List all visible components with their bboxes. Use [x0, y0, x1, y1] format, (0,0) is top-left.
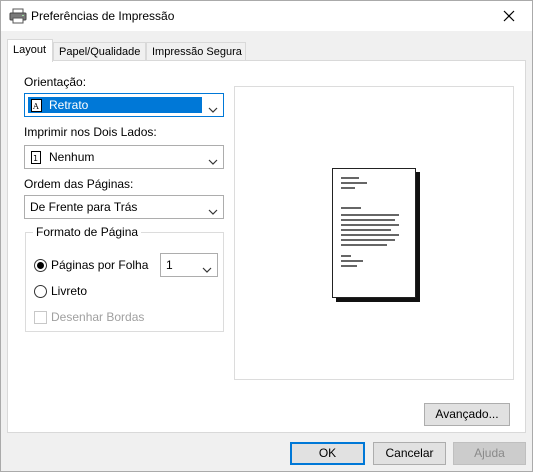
- chevron-down-icon: [208, 102, 218, 116]
- pages-per-sheet-select[interactable]: 1: [160, 253, 218, 277]
- help-button[interactable]: Ajuda: [453, 442, 526, 465]
- svg-text:A: A: [32, 102, 39, 111]
- duplex-select[interactable]: 1 Nenhum: [24, 145, 224, 169]
- duplex-label: Imprimir nos Dois Lados:: [24, 125, 157, 139]
- page-order-value: De Frente para Trás: [30, 200, 138, 214]
- title-bar: Preferências de Impressão: [1, 1, 532, 31]
- tab-paper-quality[interactable]: Papel/Qualidade: [53, 42, 146, 61]
- window-title: Preferências de Impressão: [31, 9, 175, 23]
- page-format-title: Formato de Página: [33, 225, 142, 239]
- svg-text:1: 1: [33, 154, 38, 163]
- orientation-value: Retrato: [49, 98, 89, 112]
- tab-layout[interactable]: Layout: [7, 39, 53, 62]
- page-order-select[interactable]: De Frente para Trás: [24, 195, 224, 219]
- page-order-label: Ordem das Páginas:: [24, 177, 134, 191]
- chevron-down-icon: [208, 204, 218, 218]
- booklet-label: Livreto: [51, 284, 88, 298]
- page-preview-thumbnail: [332, 168, 416, 298]
- layout-panel: Orientação: A Retrato Imprimir nos Dois …: [7, 60, 526, 433]
- ok-button[interactable]: OK: [290, 442, 365, 465]
- tab-secure-print[interactable]: Impressão Segura: [146, 42, 246, 61]
- print-preferences-dialog: Preferências de Impressão Layout Papel/Q…: [0, 0, 533, 472]
- printer-icon: [9, 8, 27, 24]
- duplex-value: Nenhum: [49, 150, 95, 164]
- page-format-group: Formato de Página Páginas por Folha 1 Li…: [25, 225, 224, 332]
- pages-per-sheet-radio[interactable]: [34, 259, 47, 272]
- pages-per-sheet-value: 1: [166, 258, 173, 272]
- single-sided-page-icon: 1: [31, 151, 42, 167]
- chevron-down-icon: [202, 262, 212, 276]
- draw-borders-checkbox[interactable]: [34, 311, 47, 324]
- orientation-label: Orientação:: [24, 75, 87, 89]
- advanced-button[interactable]: Avançado...: [424, 403, 510, 426]
- layout-preview: [234, 86, 514, 380]
- cancel-button[interactable]: Cancelar: [373, 442, 446, 465]
- chevron-down-icon: [208, 154, 218, 168]
- draw-borders-label: Desenhar Bordas: [51, 310, 145, 324]
- portrait-page-icon: A: [31, 99, 42, 115]
- booklet-radio[interactable]: [34, 285, 47, 298]
- close-button[interactable]: [486, 1, 532, 31]
- orientation-select[interactable]: A Retrato: [24, 93, 224, 117]
- pages-per-sheet-label: Páginas por Folha: [51, 258, 149, 272]
- close-icon: [503, 10, 515, 22]
